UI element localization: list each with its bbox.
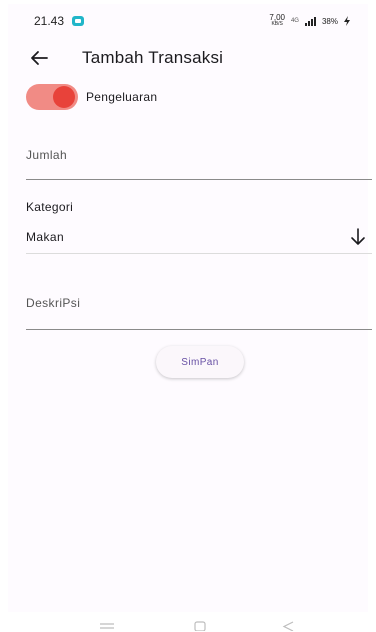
- home-icon[interactable]: [194, 621, 206, 631]
- battery-level: 38%: [321, 16, 338, 26]
- expense-switch[interactable]: [26, 84, 78, 110]
- arrow-left-icon[interactable]: [26, 44, 54, 72]
- app-screen: 21.43 7,00 KB/S 4G 38% Tambah Transaksi: [8, 4, 372, 616]
- back-icon[interactable]: [282, 621, 294, 631]
- category-label: Kategori: [26, 200, 74, 214]
- description-placeholder: DeskriPsi: [26, 296, 81, 310]
- charging-icon: [344, 16, 350, 26]
- arrow-down-icon: [351, 228, 365, 245]
- status-time: 21.43: [34, 14, 65, 28]
- network-speed: 7,00 KB/S: [269, 14, 285, 28]
- system-nav-bar: [0, 612, 376, 632]
- category-dropdown[interactable]: Makan: [26, 226, 372, 254]
- app-bar: Tambah Transaksi: [8, 38, 368, 78]
- switch-label: Pengeluaran: [86, 90, 158, 104]
- description-input[interactable]: DeskriPsi: [26, 292, 372, 330]
- network-type: 4G: [290, 18, 299, 24]
- speed-unit: KB/S: [271, 21, 283, 27]
- switch-thumb: [53, 86, 75, 108]
- transaction-type-toggle: Pengeluaran: [26, 84, 157, 110]
- status-right: 7,00 KB/S 4G 38%: [269, 14, 350, 28]
- chat-notification-icon: [72, 16, 85, 26]
- status-bar: 21.43 7,00 KB/S 4G 38%: [8, 4, 368, 38]
- save-button[interactable]: SimPan: [156, 346, 244, 378]
- status-left: 21.43: [34, 14, 85, 28]
- category-selected-value: Makan: [26, 230, 65, 244]
- amount-input[interactable]: Jumlah: [26, 144, 372, 180]
- page-title: Tambah Transaksi: [82, 48, 224, 67]
- amount-placeholder: Jumlah: [26, 148, 68, 162]
- signal-icon: [304, 16, 316, 26]
- menu-icon[interactable]: [100, 622, 114, 630]
